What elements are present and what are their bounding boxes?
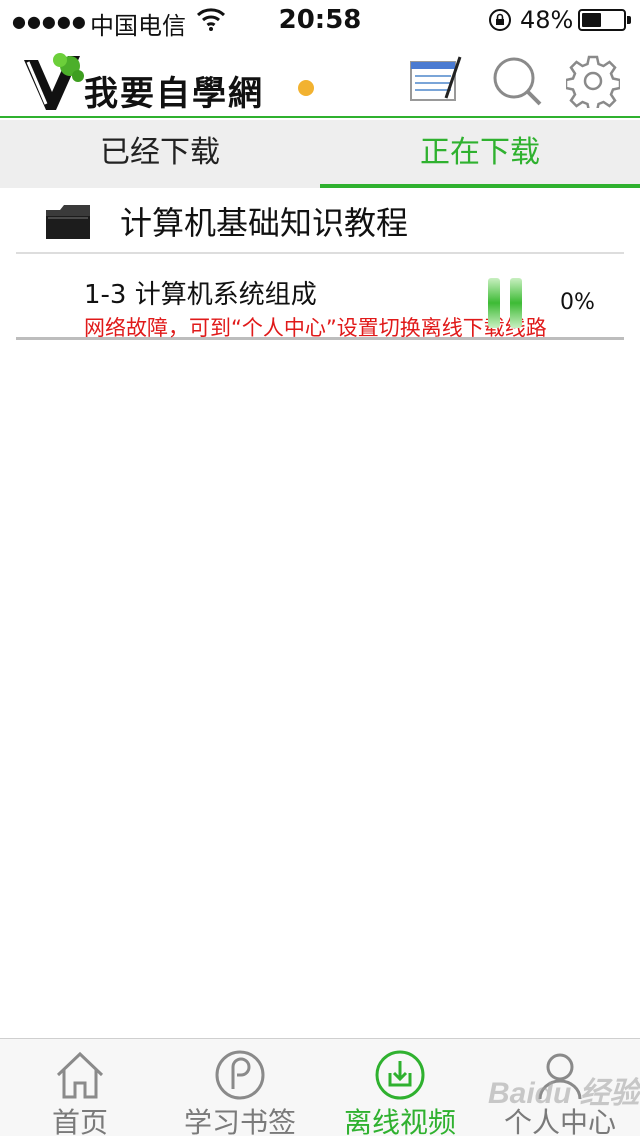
pause-icon bbox=[488, 278, 500, 328]
settings-icon bbox=[564, 55, 622, 113]
nav-home[interactable]: 首页 bbox=[0, 1039, 160, 1136]
nav-offline-video[interactable]: 离线视频 bbox=[320, 1039, 480, 1136]
nav-bookmarks-label: 学习书签 bbox=[183, 1106, 296, 1136]
nav-offline-video-label: 离线视频 bbox=[343, 1106, 456, 1136]
app-logo[interactable]: 我要自學網 bbox=[22, 52, 322, 114]
settings-button[interactable] bbox=[564, 54, 622, 113]
bookmark-icon bbox=[215, 1050, 265, 1100]
tab-downloading-label: 正在下载 bbox=[420, 135, 540, 170]
notes-icon bbox=[410, 56, 462, 101]
notes-button[interactable] bbox=[408, 54, 462, 108]
nav-bookmarks[interactable]: 学习书签 bbox=[160, 1039, 320, 1136]
watermark: Baidu 经验 bbox=[488, 1077, 640, 1110]
course-group[interactable]: 计算机基础知识教程 bbox=[16, 188, 624, 254]
pause-icon-bar bbox=[510, 278, 522, 328]
download-icon bbox=[375, 1050, 425, 1100]
logo-text: 我要自學網 bbox=[84, 74, 264, 114]
download-item[interactable]: 1-3 计算机系统组成 网络故障，可到“个人中心”设置切换离线下载线路 0% bbox=[16, 256, 624, 340]
download-error-message: 网络故障，可到“个人中心”设置切换离线下载线路 bbox=[84, 316, 547, 340]
pause-button[interactable] bbox=[486, 278, 526, 328]
status-bar: ●●●●● 中国电信 20:58 48% bbox=[0, 0, 640, 40]
tab-downloaded[interactable]: 已经下载 bbox=[0, 120, 320, 188]
search-icon bbox=[493, 57, 542, 106]
download-tabs: 已经下载 正在下载 bbox=[0, 120, 640, 188]
orientation-lock-icon bbox=[488, 8, 512, 32]
download-progress: 0% bbox=[560, 290, 595, 315]
battery-nub bbox=[627, 16, 631, 24]
battery-fill bbox=[582, 13, 601, 27]
battery-icon bbox=[578, 9, 631, 31]
nav-home-label: 首页 bbox=[51, 1106, 108, 1136]
folder-icon bbox=[44, 202, 94, 242]
app-header: 我要自學網 bbox=[0, 40, 640, 118]
home-icon bbox=[56, 1051, 104, 1099]
battery-percent: 48% bbox=[520, 6, 574, 34]
course-title: 计算机基础知识教程 bbox=[120, 204, 409, 242]
search-button[interactable] bbox=[490, 54, 544, 108]
download-item-title: 1-3 计算机系统组成 bbox=[84, 280, 317, 310]
tab-downloading[interactable]: 正在下载 bbox=[320, 120, 640, 188]
